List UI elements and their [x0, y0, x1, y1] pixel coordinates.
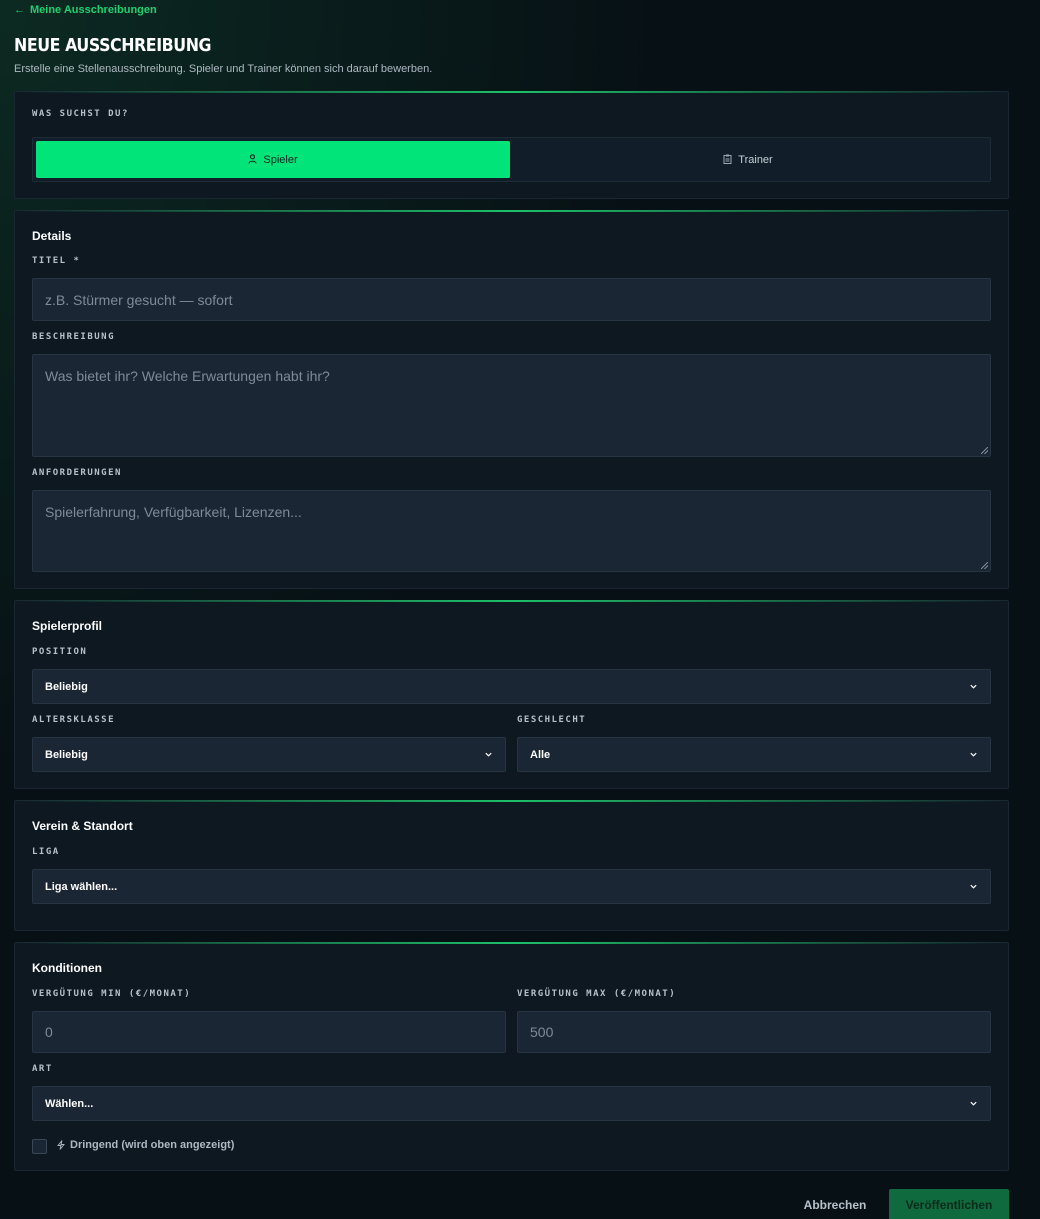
min-input[interactable]: 0: [32, 1011, 506, 1053]
arrow-left-icon: ←: [14, 4, 25, 16]
urgent-label[interactable]: Dringend (wird oben angezeigt): [57, 1139, 234, 1151]
toggle-spieler-label: Spieler: [263, 153, 298, 166]
type-toggle-group: Spieler Trainer: [32, 137, 991, 182]
chevron-down-icon: [970, 884, 977, 889]
anforderungen-label: ANFORDERUNGEN: [32, 468, 122, 478]
altersklasse-value: Beliebig: [45, 748, 88, 761]
titel-label: TITEL *: [32, 256, 81, 266]
resize-grip-icon[interactable]: [981, 447, 988, 454]
max-input[interactable]: 500: [517, 1011, 991, 1053]
liga-select[interactable]: Liga wählen...: [32, 869, 991, 904]
lightning-icon: [57, 1140, 65, 1150]
urgent-checkbox[interactable]: [32, 1139, 47, 1154]
geschlecht-value: Alle: [530, 748, 551, 761]
max-placeholder: 500: [530, 1024, 554, 1040]
art-select[interactable]: Wählen...: [32, 1086, 991, 1121]
max-label: VERGÜTUNG MAX (€/MONAT): [517, 989, 677, 999]
toggle-trainer[interactable]: Trainer: [511, 141, 985, 178]
min-placeholder: 0: [45, 1024, 53, 1040]
chevron-down-icon: [970, 684, 977, 689]
position-select[interactable]: Beliebig: [32, 669, 991, 704]
profile-title: Spielerprofil: [32, 619, 103, 633]
chevron-down-icon: [970, 752, 977, 757]
club-card: Verein & Standort LIGA Liga wählen...: [14, 800, 1009, 931]
publish-button[interactable]: Veröffentlichen: [889, 1189, 1009, 1219]
clipboard-icon: [723, 154, 732, 166]
art-label: ART: [32, 1064, 53, 1074]
position-label: POSITION: [32, 647, 88, 657]
chevron-down-icon: [970, 1101, 977, 1106]
profile-card: Spielerprofil POSITION Beliebig ALTERSKL…: [14, 600, 1009, 789]
club-title: Verein & Standort: [32, 819, 133, 833]
urgent-label-text: Dringend (wird oben angezeigt): [70, 1139, 235, 1151]
details-card: Details TITEL * z.B. Stürmer gesucht — s…: [14, 210, 1009, 589]
anforderungen-placeholder: Spielerfahrung, Verfügbarkeit, Lizenzen.…: [45, 504, 302, 520]
art-value: Wählen...: [45, 1097, 94, 1110]
back-link-label: Meine Ausschreibungen: [30, 4, 157, 16]
titel-placeholder: z.B. Stürmer gesucht — sofort: [45, 291, 233, 308]
beschreibung-label: BESCHREIBUNG: [32, 332, 116, 342]
anforderungen-textarea[interactable]: Spielerfahrung, Verfügbarkeit, Lizenzen.…: [32, 490, 991, 572]
cancel-button[interactable]: Abbrechen: [793, 1190, 877, 1219]
geschlecht-label: GESCHLECHT: [517, 715, 587, 725]
titel-input[interactable]: z.B. Stürmer gesucht — sofort: [32, 278, 991, 321]
liga-label: LIGA: [32, 847, 60, 857]
details-title: Details: [32, 229, 72, 243]
chevron-down-icon: [485, 752, 492, 757]
geschlecht-select[interactable]: Alle: [517, 737, 991, 772]
conditions-card: Konditionen VERGÜTUNG MIN (€/MONAT) 0 VE…: [14, 942, 1009, 1171]
toggle-spieler[interactable]: Spieler: [36, 141, 510, 178]
toggle-trainer-label: Trainer: [738, 153, 773, 166]
type-label: WAS SUCHST DU?: [32, 109, 129, 119]
position-value: Beliebig: [45, 680, 88, 693]
beschreibung-placeholder: Was bietet ihr? Welche Erwartungen habt …: [45, 368, 330, 384]
page-subtitle: Erstelle eine Stellenausschreibung. Spie…: [14, 63, 433, 75]
person-icon: [248, 153, 257, 166]
page-title: NEUE AUSSCHREIBUNG: [14, 35, 212, 56]
beschreibung-textarea[interactable]: Was bietet ihr? Welche Erwartungen habt …: [32, 354, 991, 457]
conditions-title: Konditionen: [32, 961, 102, 975]
resize-grip-icon[interactable]: [981, 562, 988, 569]
altersklasse-select[interactable]: Beliebig: [32, 737, 506, 772]
liga-value: Liga wählen...: [45, 880, 118, 893]
min-label: VERGÜTUNG MIN (€/MONAT): [32, 989, 192, 999]
back-link[interactable]: ← Meine Ausschreibungen: [14, 4, 157, 16]
altersklasse-label: ALTERSKLASSE: [32, 715, 116, 725]
type-card: WAS SUCHST DU? Spieler Trainer: [14, 91, 1009, 199]
